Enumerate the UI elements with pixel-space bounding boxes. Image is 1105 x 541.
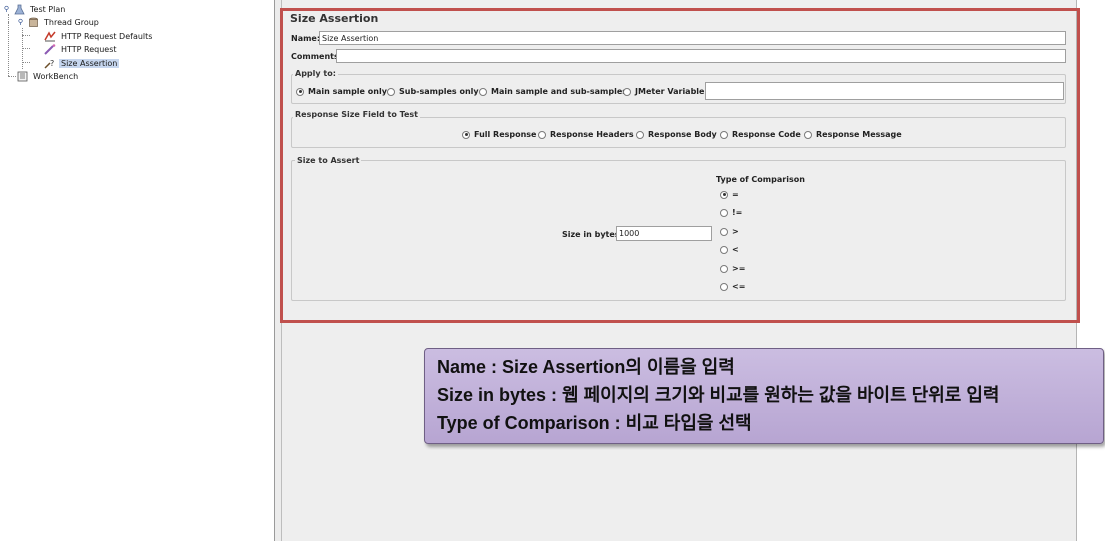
radio-icon: [720, 282, 728, 291]
callout-line-size: Size in bytes : 웹 페이지의 크기와 비교를 원하는 값을 바이…: [437, 385, 1000, 405]
radio-label: Response Code: [732, 130, 801, 139]
panel-title: Size Assertion: [290, 12, 379, 25]
radio-compare-less[interactable]: <: [720, 245, 739, 254]
radio-sub-samples-only[interactable]: Sub-samples only: [387, 87, 479, 96]
radio-icon: [296, 87, 304, 96]
radio-main-sample-only[interactable]: Main sample only: [296, 87, 387, 96]
radio-label: Sub-samples only: [399, 87, 479, 96]
radio-icon: [623, 87, 631, 96]
radio-label: <: [732, 245, 739, 254]
config-element-icon: [44, 31, 56, 43]
tree-item-workbench[interactable]: WorkBench: [16, 70, 80, 83]
radio-label: >: [732, 227, 739, 236]
response-field-legend: Response Size Field to Test: [293, 110, 421, 119]
radio-label: <=: [732, 282, 746, 291]
tree-item-label: HTTP Request Defaults: [61, 32, 153, 41]
radio-icon: [720, 227, 728, 236]
radio-icon: [636, 130, 644, 139]
radio-label: >=: [732, 264, 746, 273]
comments-field[interactable]: [336, 49, 1066, 63]
type-of-comparison-title: Type of Comparison: [716, 175, 805, 184]
tree-item-label: Test Plan: [30, 5, 66, 14]
radio-compare-equal[interactable]: =: [720, 190, 739, 199]
radio-icon: [387, 87, 395, 96]
svg-text:?: ?: [50, 59, 54, 68]
radio-response-body[interactable]: Response Body: [636, 130, 717, 139]
sampler-icon: [44, 44, 56, 56]
radio-icon: [538, 130, 546, 139]
jmeter-variable-field[interactable]: [705, 82, 1064, 100]
workbench-icon: [16, 71, 28, 83]
radio-response-headers[interactable]: Response Headers: [538, 130, 634, 139]
tree-item-thread-group[interactable]: ⚲ Thread Group: [16, 16, 101, 29]
radio-main-and-sub-samples[interactable]: Main sample and sub-samples: [479, 87, 627, 96]
radio-label: JMeter Variable: [635, 87, 705, 96]
collapse-toggle-icon[interactable]: ⚲: [2, 5, 11, 14]
radio-icon: [462, 130, 470, 139]
radio-compare-less-equal[interactable]: <=: [720, 282, 745, 291]
tree-item-size-assertion[interactable]: ? Size Assertion: [44, 57, 120, 70]
radio-label: Main sample only: [308, 87, 387, 96]
tree-item-http-request-defaults[interactable]: HTTP Request Defaults: [44, 30, 154, 43]
tree-item-label: HTTP Request: [61, 45, 117, 54]
right-edge: [1076, 0, 1105, 541]
size-in-bytes-label: Size in bytes:: [562, 230, 623, 239]
tree-item-http-request[interactable]: HTTP Request: [44, 43, 119, 56]
annotation-callout: Name : Size Assertion의 이름을 입력 Size in by…: [424, 348, 1104, 444]
radio-icon: [720, 190, 728, 199]
radio-icon: [720, 245, 728, 254]
radio-label: Main sample and sub-samples: [491, 87, 628, 96]
callout-line-comparison: Type of Comparison : 비교 타입을 선택: [437, 413, 752, 433]
radio-icon: [720, 130, 728, 139]
radio-compare-greater[interactable]: >: [720, 227, 739, 236]
radio-full-response[interactable]: Full Response: [462, 130, 536, 139]
tree-item-label: Size Assertion: [59, 59, 120, 68]
split-pane-divider[interactable]: [275, 0, 282, 541]
radio-label: Response Headers: [550, 130, 634, 139]
radio-compare-not-equal[interactable]: !=: [720, 208, 742, 217]
comments-label: Comments:: [291, 52, 342, 61]
thread-group-icon: [27, 17, 39, 29]
radio-icon: [720, 264, 728, 273]
tree-item-label: WorkBench: [33, 72, 79, 81]
radio-label: Full Response: [474, 130, 537, 139]
radio-response-code[interactable]: Response Code: [720, 130, 801, 139]
radio-label: Response Body: [648, 130, 717, 139]
tree-item-label: Thread Group: [44, 18, 99, 27]
radio-jmeter-variable[interactable]: JMeter Variable: [623, 87, 704, 96]
name-label: Name:: [291, 34, 321, 43]
radio-compare-greater-equal[interactable]: >=: [720, 264, 745, 273]
radio-label: !=: [732, 208, 743, 217]
radio-label: =: [732, 190, 739, 199]
size-to-assert-legend: Size to Assert: [295, 156, 362, 165]
tree-item-test-plan[interactable]: ⚲ Test Plan: [2, 3, 67, 16]
radio-icon: [479, 87, 487, 96]
radio-icon: [804, 130, 812, 139]
collapse-toggle-icon[interactable]: ⚲: [16, 18, 25, 27]
assertion-icon: ?: [44, 58, 56, 70]
radio-icon: [720, 208, 728, 217]
radio-label: Response Message: [816, 130, 902, 139]
name-field[interactable]: Size Assertion: [319, 31, 1066, 45]
test-plan-icon: [13, 4, 25, 16]
apply-to-legend: Apply to:: [293, 69, 338, 78]
test-plan-tree[interactable]: ⚲ Test Plan ⚲ Thread Group HTTP Request …: [0, 0, 275, 541]
size-in-bytes-field[interactable]: 1000: [616, 226, 712, 241]
callout-line-name: Name : Size Assertion의 이름을 입력: [437, 357, 735, 377]
radio-response-message[interactable]: Response Message: [804, 130, 902, 139]
